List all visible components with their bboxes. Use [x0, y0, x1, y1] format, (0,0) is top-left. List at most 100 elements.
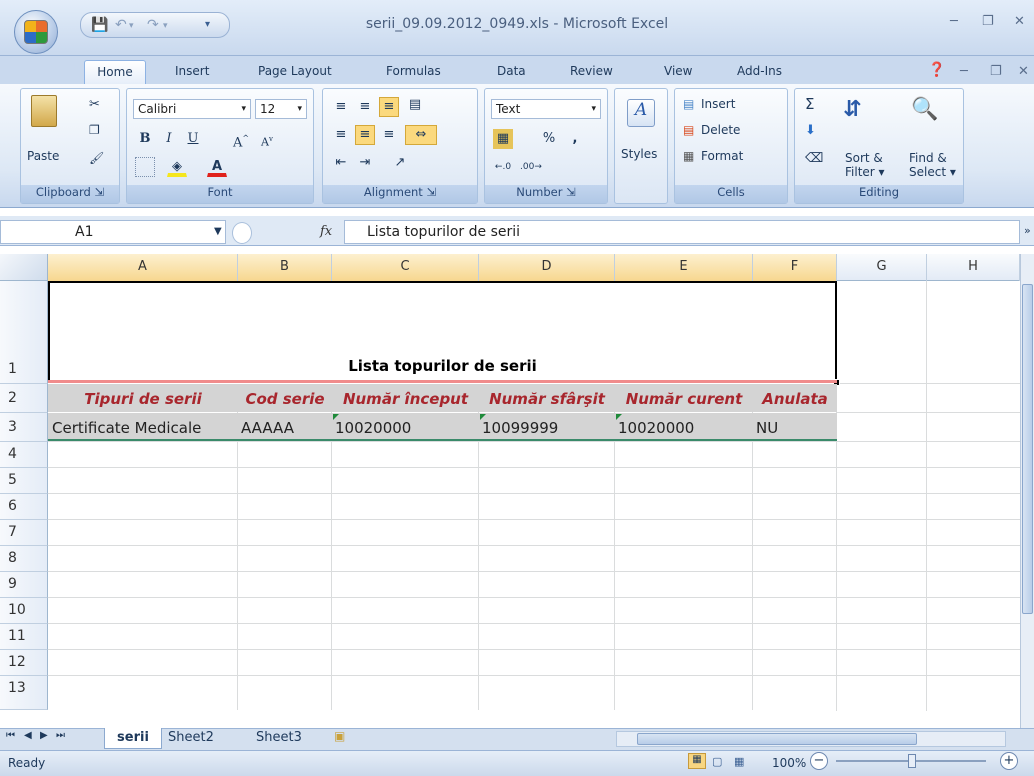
tab-page-layout[interactable]: Page Layout — [258, 60, 332, 84]
shrink-font-icon[interactable]: Av — [257, 129, 277, 149]
bold-button[interactable]: B — [135, 129, 155, 149]
find-select-button[interactable]: Find & Select ▾ — [909, 151, 956, 179]
font-size-select[interactable]: 12 ▾ — [255, 99, 307, 119]
zoom-out-icon[interactable]: − — [810, 752, 828, 770]
formula-bar-handle-icon[interactable] — [232, 222, 252, 244]
column-header-g[interactable]: G — [837, 254, 927, 281]
find-select-icon[interactable]: 🔍 — [911, 97, 938, 122]
zoom-in-icon[interactable]: + — [1000, 752, 1018, 770]
sort-filter-button[interactable]: Sort & Filter ▾ — [845, 151, 885, 179]
tab-formulas[interactable]: Formulas — [386, 60, 441, 84]
help-icon[interactable]: ❓ — [928, 62, 945, 78]
paste-icon[interactable] — [31, 95, 57, 127]
cell-a3[interactable]: Certificate Medicale — [52, 419, 201, 437]
row-header-5[interactable]: 5 — [0, 468, 48, 494]
vertical-scrollbar[interactable] — [1020, 254, 1034, 728]
page-layout-view-icon[interactable]: ▢ — [712, 755, 722, 768]
align-bottom-icon[interactable]: ≡ — [379, 97, 399, 117]
insert-function-icon[interactable]: fx — [320, 224, 332, 239]
number-format-select[interactable]: Text ▾ — [491, 99, 601, 119]
borders-icon[interactable] — [135, 157, 155, 177]
header-numar-sfarsit[interactable]: Număr sfârşit — [479, 390, 615, 408]
cell-d3[interactable]: 10099999 — [482, 419, 558, 437]
prev-sheet-icon[interactable]: ◀ — [24, 730, 32, 741]
italic-button[interactable]: I — [159, 129, 179, 149]
horizontal-scroll-thumb[interactable] — [637, 733, 917, 745]
tab-view[interactable]: View — [664, 60, 692, 84]
clear-icon[interactable]: ⌫ — [805, 151, 823, 166]
next-sheet-icon[interactable]: ▶ — [40, 730, 48, 741]
column-header-b[interactable]: B — [238, 254, 332, 281]
font-color-icon[interactable]: A — [207, 157, 227, 177]
decrease-decimal-icon[interactable]: .00→ — [519, 157, 542, 177]
font-name-select[interactable]: Calibri ▾ — [133, 99, 251, 119]
decrease-indent-icon[interactable]: ⇤ — [331, 153, 351, 173]
close-icon[interactable]: ✕ — [1014, 14, 1025, 29]
cell-e3[interactable]: 10020000 — [618, 419, 694, 437]
select-all-button[interactable] — [0, 254, 48, 281]
page-break-view-icon[interactable]: ▦ — [734, 755, 744, 768]
name-box-dropdown-icon[interactable]: ▼ — [214, 226, 222, 237]
minimize-icon[interactable]: ─ — [950, 14, 958, 29]
increase-indent-icon[interactable]: ⇥ — [355, 153, 375, 173]
row-header-12[interactable]: 12 — [0, 650, 48, 676]
row-header-4[interactable]: 4 — [0, 442, 48, 468]
header-cod[interactable]: Cod serie — [238, 390, 332, 408]
autosum-icon[interactable]: Σ — [805, 95, 814, 113]
ribbon-minimize-icon[interactable]: ─ — [960, 64, 968, 79]
column-header-h[interactable]: H — [927, 254, 1020, 281]
cell-c3[interactable]: 10020000 — [335, 419, 411, 437]
sheet-tab-sheet3[interactable]: Sheet3 — [256, 730, 302, 745]
cell-f3[interactable]: NU — [756, 419, 778, 437]
column-header-c[interactable]: C — [332, 254, 479, 281]
comma-button[interactable]: , — [565, 129, 585, 149]
align-center-icon[interactable]: ≡ — [355, 125, 375, 145]
merge-center-icon[interactable]: ⇔ — [405, 125, 437, 145]
first-sheet-icon[interactable]: ⏮ — [6, 730, 15, 741]
styles-button[interactable]: Styles — [621, 147, 657, 161]
orientation-icon[interactable]: ↗ — [385, 153, 415, 173]
sort-filter-icon[interactable]: ⇵ — [843, 97, 875, 133]
column-header-f[interactable]: F — [753, 254, 837, 281]
paste-button[interactable]: Paste — [27, 149, 59, 163]
last-sheet-icon[interactable]: ⏭ — [56, 730, 65, 741]
currency-icon[interactable]: ▦ — [493, 129, 513, 149]
row-header-9[interactable]: 9 — [0, 572, 48, 598]
header-tipuri[interactable]: Tipuri de serii — [48, 390, 238, 408]
header-numar-inceput[interactable]: Număr început — [332, 390, 479, 408]
row-header-6[interactable]: 6 — [0, 494, 48, 520]
ribbon-close-icon[interactable]: ✕ — [1018, 64, 1029, 79]
zoom-level[interactable]: 100% — [772, 756, 806, 770]
row-header-11[interactable]: 11 — [0, 624, 48, 650]
tab-add-ins[interactable]: Add-Ins — [737, 60, 782, 84]
selected-cell-a1[interactable]: Lista topurilor de serii — [48, 281, 840, 386]
underline-button[interactable]: U — [183, 129, 203, 149]
percent-button[interactable]: % — [539, 129, 559, 149]
office-button[interactable] — [14, 10, 58, 54]
formula-input[interactable]: Lista topurilor de serii — [344, 220, 1020, 244]
sheet-tab-sheet2[interactable]: Sheet2 — [168, 730, 214, 745]
header-numar-curent[interactable]: Număr curent — [615, 390, 753, 408]
column-header-d[interactable]: D — [479, 254, 615, 281]
align-top-icon[interactable]: ≡ — [331, 97, 351, 117]
align-right-icon[interactable]: ≡ — [379, 125, 399, 145]
row-header-13[interactable]: 13 — [0, 676, 48, 710]
tab-home[interactable]: Home — [84, 60, 146, 84]
row-header-7[interactable]: 7 — [0, 520, 48, 546]
insert-cells-button[interactable]: Insert — [701, 97, 735, 111]
column-header-e[interactable]: E — [615, 254, 753, 281]
sheet-tab-serii[interactable]: serii — [104, 728, 162, 749]
increase-decimal-icon[interactable]: ←.0 — [493, 157, 513, 177]
cell-b3[interactable]: AAAAA — [241, 419, 294, 437]
expand-formula-bar-icon[interactable]: » — [1024, 224, 1031, 237]
ribbon-restore-icon[interactable]: ❐ — [990, 64, 1002, 79]
tab-data[interactable]: Data — [497, 60, 526, 84]
name-box[interactable]: A1 — [0, 220, 226, 244]
format-cells-button[interactable]: Format — [701, 149, 743, 163]
maximize-icon[interactable]: ❐ — [982, 14, 994, 29]
zoom-slider-thumb[interactable] — [908, 754, 916, 768]
wrap-text-icon[interactable]: ▤ — [405, 95, 425, 115]
tab-insert[interactable]: Insert — [175, 60, 209, 84]
align-left-icon[interactable]: ≡ — [331, 125, 351, 145]
column-header-a[interactable]: A — [48, 254, 238, 281]
